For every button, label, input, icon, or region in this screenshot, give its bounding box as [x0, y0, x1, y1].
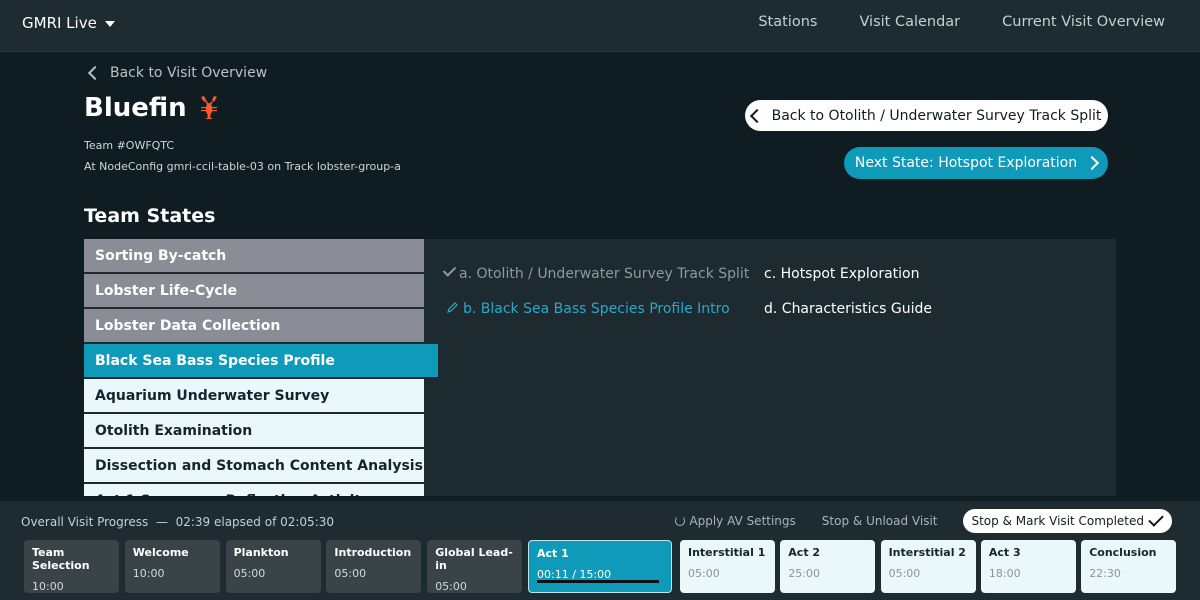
main-nav: Stations Visit Calendar Current Visit Ov…: [758, 14, 1165, 30]
back-link-label: Back to Visit Overview: [110, 65, 268, 81]
segment-time: 05:00: [233, 567, 266, 580]
overall-progress-label: Overall Visit Progress — 02:39 elapsed o…: [21, 515, 334, 529]
state-item-aquarium-underwater-survey[interactable]: Aquarium Underwater Survey: [84, 379, 424, 412]
segment-interstitial-2[interactable]: Interstitial 2 05:00: [880, 540, 976, 593]
next-state-label: Next State: Hotspot Exploration: [854, 155, 1078, 171]
segment-name: Act 1: [537, 547, 569, 560]
chevron-left-icon: [749, 108, 764, 123]
segment-team-selection[interactable]: Team Selection 10:00: [24, 540, 119, 593]
refresh-icon: [675, 516, 686, 526]
segment-time: 10:00: [132, 567, 165, 580]
state-item-act-1-summary[interactable]: Act 1 Summary: Reflection Activity: [84, 484, 424, 496]
segment-welcome[interactable]: Welcome 10:00: [124, 540, 220, 593]
segment-name: Act 2: [788, 546, 821, 559]
segment-name: Plankton: [233, 546, 289, 559]
segment-name: Welcome: [132, 546, 189, 559]
brand-menu[interactable]: GMRI Live: [22, 14, 115, 32]
segment-name: Global Lead-in: [435, 546, 513, 572]
caret-down-icon: [104, 21, 115, 27]
nav-visit-calendar[interactable]: Visit Calendar: [859, 14, 960, 30]
team-id: Team #OWFQTC: [84, 139, 175, 152]
segment-name: Conclusion: [1089, 546, 1157, 559]
apply-av-settings-button[interactable]: Apply AV Settings: [675, 514, 796, 528]
back-state-label: Back to Otolith / Underwater Survey Trac…: [771, 107, 1102, 124]
team-states-heading: Team States: [84, 205, 216, 227]
stop-unload-visit-button[interactable]: Stop & Unload Visit: [822, 514, 938, 528]
chevron-left-icon: [87, 65, 103, 81]
segment-name: Interstitial 2: [888, 546, 966, 559]
segment-time: 05:00: [888, 567, 921, 580]
segment-act-2[interactable]: Act 2 25:00: [780, 540, 876, 593]
back-to-visit-overview-link[interactable]: Back to Visit Overview: [87, 65, 268, 81]
nav-current-visit-overview[interactable]: Current Visit Overview: [1002, 14, 1165, 30]
team-states-panel: Sorting By-catch Lobster Life-Cycle Lobs…: [84, 239, 1116, 496]
team-name: Bluefin: [84, 93, 187, 123]
brand-label: GMRI Live: [22, 14, 97, 32]
state-item-lobster-life-cycle[interactable]: Lobster Life-Cycle: [84, 274, 424, 307]
segment-time: 22:30: [1089, 567, 1121, 580]
segment-progress-fill: [537, 580, 659, 583]
team-location: At NodeConfig gmri-ccil-table-03 on Trac…: [84, 160, 401, 173]
segment-act-1[interactable]: Act 1 00:11 / 15:00: [528, 540, 672, 593]
segment-name: Interstitial 1: [688, 546, 766, 559]
segment-plankton[interactable]: Plankton 05:00: [225, 540, 321, 593]
segment-time: 10:00: [32, 580, 64, 593]
chevron-right-icon: [1085, 155, 1100, 171]
sub-state-a-label: a. Otolith / Underwater Survey Track Spl…: [459, 266, 750, 282]
nav-stations[interactable]: Stations: [758, 14, 817, 30]
visit-progress-bar: Overall Visit Progress — 02:39 elapsed o…: [0, 501, 1200, 600]
next-state-button[interactable]: Next State: Hotspot Exploration: [844, 147, 1108, 179]
segment-time: 05:00: [435, 580, 467, 593]
back-to-previous-state-button[interactable]: Back to Otolith / Underwater Survey Trac…: [745, 100, 1108, 131]
segment-conclusion[interactable]: Conclusion 22:30: [1081, 540, 1177, 593]
sub-state-c[interactable]: c. Hotspot Exploration: [764, 266, 920, 282]
top-nav-bar: GMRI Live Stations Visit Calendar Curren…: [0, 0, 1200, 52]
progress-title: Overall Visit Progress: [21, 515, 149, 529]
segment-name: Team Selection: [32, 546, 90, 572]
state-item-dissection[interactable]: Dissection and Stomach Content Analysis: [84, 449, 424, 482]
state-list[interactable]: Sorting By-catch Lobster Life-Cycle Lobs…: [84, 239, 438, 496]
stop-complete-label: Stop & Mark Visit Completed: [971, 514, 1144, 528]
pencil-icon: [447, 302, 458, 313]
segment-interstitial-1[interactable]: Interstitial 1 05:00: [680, 540, 775, 593]
segment-name: Introduction: [334, 546, 412, 559]
sub-state-b-label: b. Black Sea Bass Species Profile Intro: [463, 301, 730, 317]
state-item-black-sea-bass-species-profile[interactable]: Black Sea Bass Species Profile: [84, 344, 438, 377]
lobster-icon: [200, 96, 217, 119]
checkmark-icon: [442, 263, 457, 277]
state-item-otolith-examination[interactable]: Otolith Examination: [84, 414, 424, 447]
segment-act-3[interactable]: Act 3 18:00: [980, 540, 1076, 593]
segment-time: 05:00: [334, 567, 367, 580]
sub-state-d[interactable]: d. Characteristics Guide: [764, 301, 932, 317]
visit-actions: Apply AV Settings Stop & Unload Visit St…: [675, 509, 1172, 533]
sub-state-b[interactable]: b. Black Sea Bass Species Profile Intro: [446, 301, 730, 317]
apply-av-label: Apply AV Settings: [689, 514, 796, 528]
page-title: Bluefin: [84, 93, 221, 123]
state-item-sorting-by-catch[interactable]: Sorting By-catch: [84, 239, 424, 272]
segment-time: 05:00: [688, 567, 720, 580]
segment-introduction[interactable]: Introduction 05:00: [326, 540, 422, 593]
segment-time: 25:00: [788, 567, 820, 580]
stop-mark-completed-button[interactable]: Stop & Mark Visit Completed: [963, 509, 1172, 533]
progress-separator: —: [155, 515, 168, 529]
state-item-lobster-data-collection[interactable]: Lobster Data Collection: [84, 309, 424, 342]
sub-state-a[interactable]: a. Otolith / Underwater Survey Track Spl…: [442, 263, 750, 282]
progress-elapsed: 02:39 elapsed of 02:05:30: [175, 515, 335, 529]
checkmark-icon: [1148, 511, 1164, 527]
segment-global-lead-in[interactable]: Global Lead-in 05:00: [427, 540, 523, 593]
segment-name: Act 3: [988, 546, 1021, 559]
segment-time: 18:00: [988, 567, 1021, 580]
